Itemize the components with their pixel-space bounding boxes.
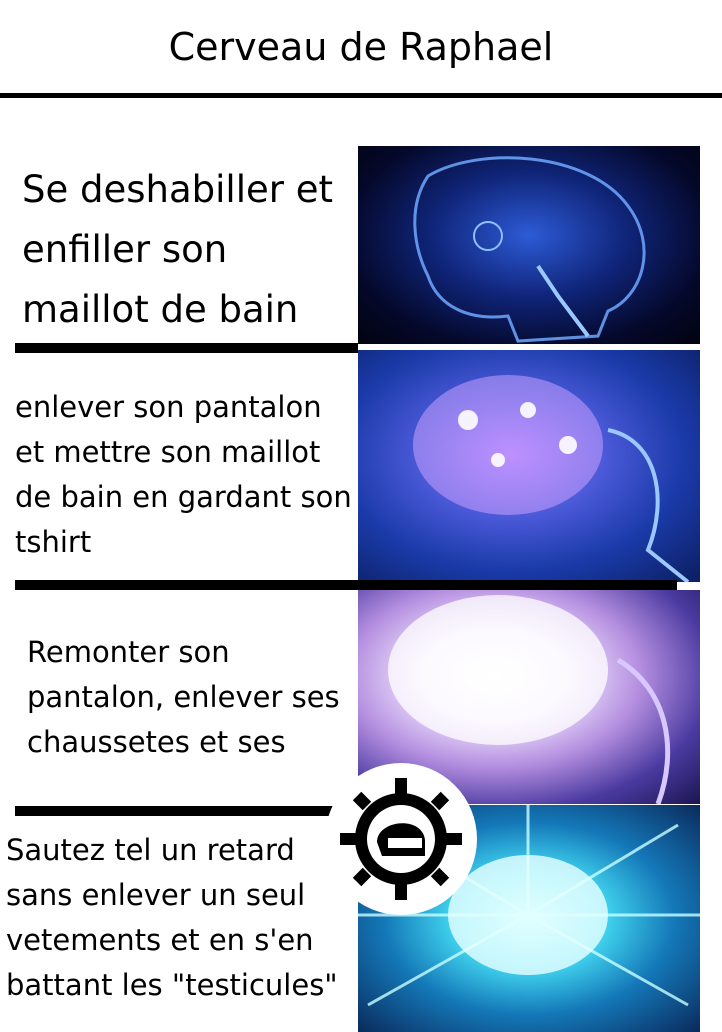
panel-1-brain-image [358,146,700,344]
title-divider [0,93,722,98]
panel-2-brain-image [358,350,700,582]
panel-3-text: Remonter son pantalon, enlever ses chaus… [27,635,340,759]
panel-1-text: Se deshabiller et enfiller son maillot d… [22,168,333,331]
gear-helmet-logo-icon [325,763,477,915]
divider-3 [15,806,335,816]
panel-2-text: enlever son pantalon et mettre son maill… [15,390,352,559]
panel-4-text: Sautez tel un retard sans enlever un seu… [6,833,338,1002]
divider-1 [15,343,358,353]
glowing-brain-icon [413,375,690,582]
divider-2 [15,580,677,590]
page-title: Cerveau de Raphael [168,24,554,69]
skull-icon [413,156,646,343]
watermark-badge [322,760,480,918]
